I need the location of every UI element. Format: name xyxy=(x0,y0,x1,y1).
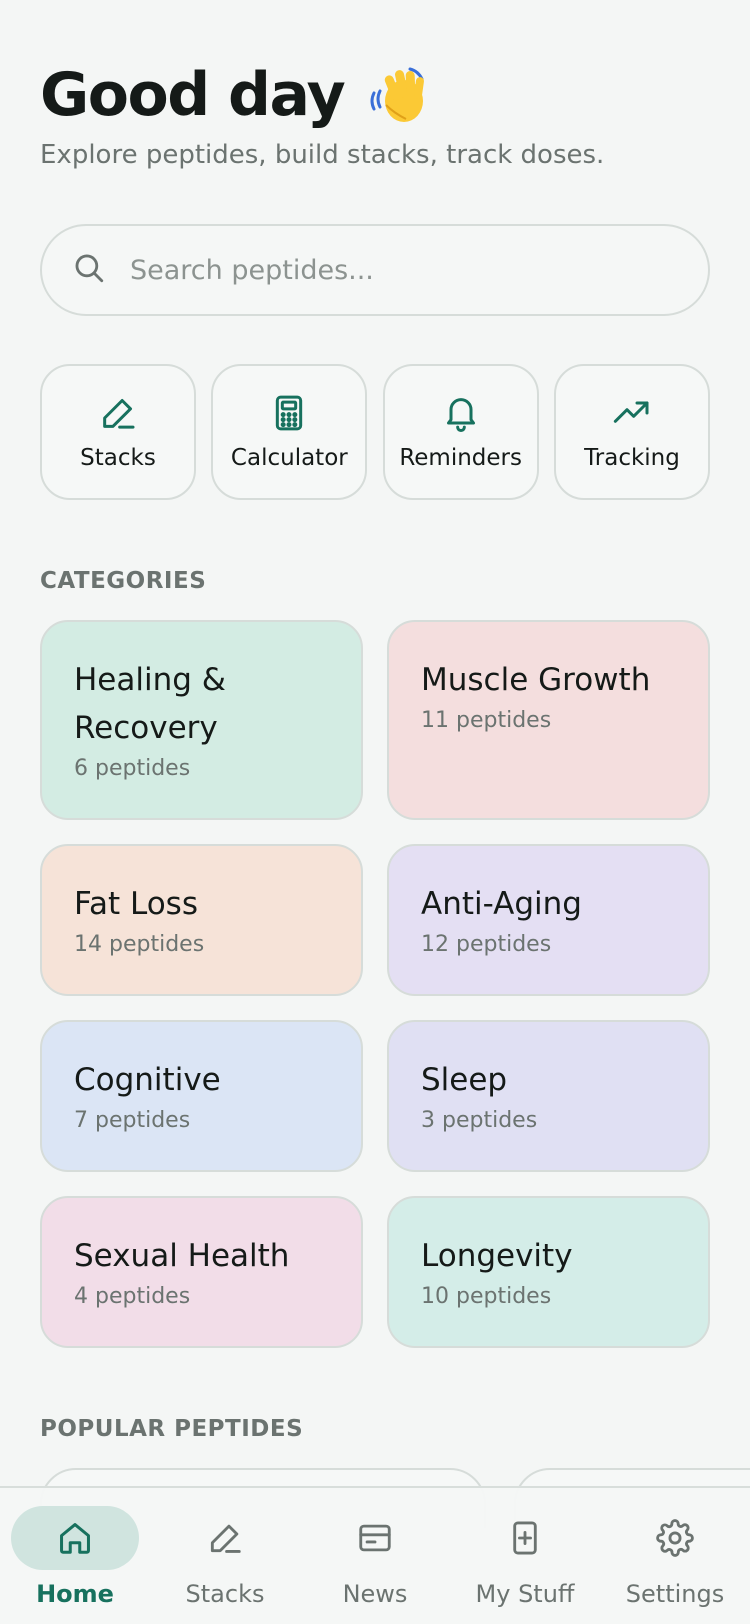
category-card-sleep[interactable]: Sleep 3 peptides xyxy=(387,1020,710,1172)
tab-icon-container xyxy=(311,1506,439,1570)
search-icon xyxy=(72,251,106,289)
category-count: 4 peptides xyxy=(74,1284,191,1309)
categories-heading: CATEGORIES xyxy=(40,568,207,594)
tab-stacks[interactable]: Stacks xyxy=(150,1488,300,1608)
pencil-icon xyxy=(103,399,135,429)
popular-peptides-heading: POPULAR PEPTIDES xyxy=(40,1416,304,1442)
tab-settings[interactable]: Settings xyxy=(600,1488,750,1608)
bell-icon xyxy=(446,398,475,432)
quick-action-tracking[interactable]: Tracking xyxy=(553,364,710,500)
quick-action-label: Reminders xyxy=(399,445,522,471)
category-card-cognitive[interactable]: Cognitive 7 peptides xyxy=(40,1020,363,1172)
news-icon xyxy=(359,1524,391,1552)
category-name: Anti-Aging xyxy=(421,886,582,922)
tab-icon-container xyxy=(161,1506,289,1570)
quick-action-stacks[interactable]: Stacks xyxy=(40,364,196,500)
category-name: Longevity xyxy=(421,1238,573,1274)
tab-icon-container xyxy=(611,1506,739,1570)
greeting-text: Good day xyxy=(40,60,346,130)
category-name: Muscle Growth xyxy=(421,662,651,698)
categories-grid: Healing & Recovery 6 peptides Muscle Gro… xyxy=(40,620,710,1348)
gear-icon xyxy=(656,1519,694,1557)
category-count: 6 peptides xyxy=(74,756,191,781)
trending-up-icon xyxy=(613,401,649,423)
tab-icon-container xyxy=(461,1506,589,1570)
category-name: Fat Loss xyxy=(74,886,198,922)
category-count: 3 peptides xyxy=(421,1108,538,1133)
tab-label: My Stuff xyxy=(475,1580,575,1608)
category-count: 12 peptides xyxy=(421,932,552,957)
bottom-tab-bar: Home Stacks News My Stuff Settings xyxy=(0,1486,750,1624)
quick-action-label: Calculator xyxy=(230,445,348,471)
category-card-longevity[interactable]: Longevity 10 peptides xyxy=(387,1196,710,1348)
tab-icon-container xyxy=(11,1506,139,1570)
category-count: 10 peptides xyxy=(421,1284,552,1309)
quick-action-label: Stacks xyxy=(80,445,156,471)
category-count: 7 peptides xyxy=(74,1108,191,1133)
tab-label: News xyxy=(342,1580,408,1608)
tab-news[interactable]: News xyxy=(300,1488,450,1608)
tab-my-stuff[interactable]: My Stuff xyxy=(450,1488,600,1608)
tab-label: Settings xyxy=(625,1580,725,1608)
quick-action-reminders[interactable]: Reminders xyxy=(382,364,539,500)
home-screen: Good day Explore peptides, build stacks,… xyxy=(0,0,750,1624)
quick-action-calculator[interactable]: Calculator xyxy=(211,364,368,500)
category-name: Sleep xyxy=(421,1062,508,1098)
category-card-healing[interactable]: Healing & Recovery 6 peptides xyxy=(40,620,363,820)
tab-home[interactable]: Home xyxy=(0,1488,150,1608)
category-name: Cognitive xyxy=(74,1062,221,1098)
category-card-fat-loss[interactable]: Fat Loss 14 peptides xyxy=(40,844,363,996)
category-name: Sexual Health xyxy=(74,1238,290,1274)
category-name: Healing & Recovery xyxy=(74,662,226,746)
quick-action-label: Tracking xyxy=(584,445,680,471)
search-input[interactable] xyxy=(130,254,690,286)
tab-label: Home xyxy=(36,1580,114,1608)
quick-actions: Stacks Calculator Reminders Tracking xyxy=(40,364,710,500)
add-file-icon xyxy=(513,1521,537,1555)
home-icon xyxy=(60,1523,90,1554)
calculator-icon xyxy=(276,395,303,431)
category-card-sexual-health[interactable]: Sexual Health 4 peptides xyxy=(40,1196,363,1348)
category-count: 14 peptides xyxy=(74,932,205,957)
greeting-heading: Good day xyxy=(40,60,430,130)
category-card-anti-aging[interactable]: Anti-Aging 12 peptides xyxy=(387,844,710,996)
waving-hand-icon xyxy=(366,63,430,127)
category-card-muscle-growth[interactable]: Muscle Growth 11 peptides xyxy=(387,620,710,820)
category-count: 11 peptides xyxy=(421,708,552,733)
search-bar[interactable] xyxy=(40,224,710,316)
tab-label: Stacks xyxy=(185,1580,265,1608)
pencil-icon xyxy=(210,1524,241,1553)
subtitle: Explore peptides, build stacks, track do… xyxy=(40,140,605,170)
